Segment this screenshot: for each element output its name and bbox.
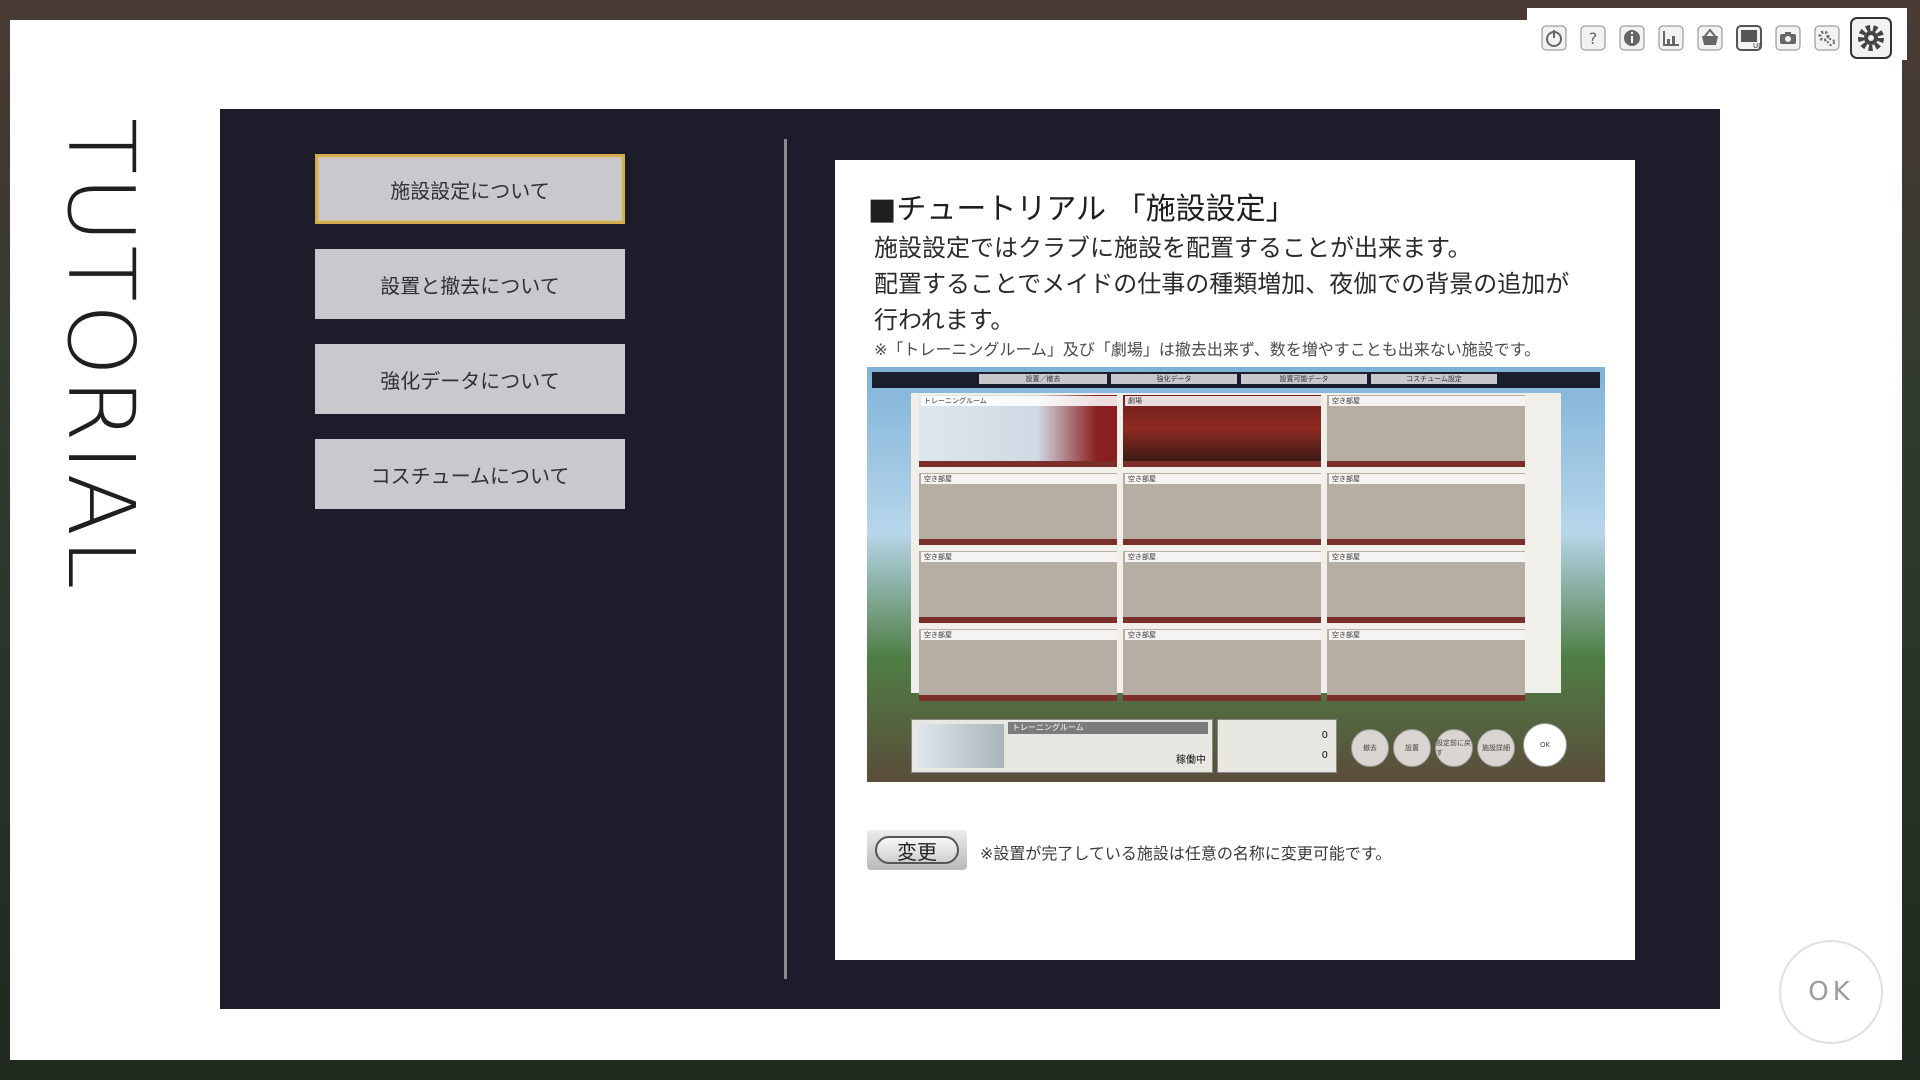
topic-facility-settings[interactable]: 施設設定について xyxy=(315,154,625,224)
content-title: ■チュートリアル 「施設設定」 xyxy=(868,192,1296,227)
body-line: 配置することでメイドの仕事の種類増加、夜伽での背景の追加が xyxy=(874,270,1570,298)
top-right-toolbar: ? UI xyxy=(1527,8,1907,60)
help-icon[interactable]: ? xyxy=(1578,23,1608,53)
chart-icon[interactable] xyxy=(1656,23,1686,53)
room-tile: 空き部屋 xyxy=(1327,629,1525,701)
topic-enhancement-data[interactable]: 強化データについて xyxy=(315,344,625,414)
room-tile: トレーニングルーム xyxy=(919,395,1117,467)
room-label: 空き部屋 xyxy=(1125,474,1321,484)
screenshot-building: トレーニングルーム 劇場 空き部屋 空き部屋 空き部屋 空き部屋 空き部屋 空き… xyxy=(911,393,1561,701)
tutorial-dark-panel: 施設設定について 設置と撤去について 強化データについて コスチュームについて … xyxy=(220,109,1720,1009)
room-tile: 空き部屋 xyxy=(1327,395,1525,467)
screenshot-remove-button: 撤去 xyxy=(1351,729,1389,767)
room-label: 空き部屋 xyxy=(1125,630,1321,640)
room-tile: 空き部屋 xyxy=(919,629,1117,701)
screenshot-info-box: トレーニングルーム 稼働中 xyxy=(911,719,1213,773)
room-label: 空き部屋 xyxy=(1329,630,1525,640)
topic-install-remove[interactable]: 設置と撤去について xyxy=(315,249,625,319)
tutorial-title: TUTORIAL xyxy=(47,118,154,592)
screenshot-tab: 設置可能データ xyxy=(1241,374,1367,384)
screenshot-footer: トレーニングルーム 稼働中 0 0 撤去 設置 設定前に戻す 施設詳細 OK xyxy=(911,719,1571,773)
ok-button[interactable]: OK xyxy=(1779,940,1883,1044)
screenshot-tab: 強化データ xyxy=(1111,374,1237,384)
room-tile: 空き部屋 xyxy=(919,551,1117,623)
info-icon[interactable] xyxy=(1617,23,1647,53)
content-body: 施設設定ではクラブに施設を配置することが出来ます。 配置することでメイドの仕事の… xyxy=(874,230,1604,338)
cost-value: 0 xyxy=(1321,730,1328,741)
change-button-sample: 変更 xyxy=(867,830,967,870)
ui-toggle-icon[interactable]: UI xyxy=(1734,23,1764,53)
cost-value: 0 xyxy=(1321,750,1328,761)
screenshot-ok-button: OK xyxy=(1523,723,1567,767)
screenshot-cost-box: 0 0 xyxy=(1217,719,1337,773)
body-line: 行われます。 xyxy=(874,306,1015,334)
room-label: トレーニングルーム xyxy=(921,396,1117,406)
camera-icon[interactable] xyxy=(1773,23,1803,53)
room-label: 空き部屋 xyxy=(921,474,1117,484)
change-note: ※設置が完了している施設は任意の名称に変更可能です。 xyxy=(980,844,1392,863)
screenshot-revert-button: 設定前に戻す xyxy=(1435,729,1473,767)
room-tile: 空き部屋 xyxy=(1123,629,1321,701)
room-tile: 空き部屋 xyxy=(1123,551,1321,623)
room-tile: 空き部屋 xyxy=(1327,473,1525,545)
room-label: 空き部屋 xyxy=(1329,474,1525,484)
room-label: 空き部屋 xyxy=(921,630,1117,640)
content-note: ※「トレーニングルーム」及び「劇場」は撤去出来ず、数を増やすことも出来ない施設で… xyxy=(874,340,1541,359)
settings-small-icon[interactable] xyxy=(1812,23,1842,53)
room-tile: 空き部屋 xyxy=(1123,473,1321,545)
change-button-label: 変更 xyxy=(875,836,959,864)
gear-icon[interactable] xyxy=(1849,16,1893,60)
vertical-divider xyxy=(784,139,787,979)
tutorial-panel: TUTORIAL 施設設定について 設置と撤去について 強化データについて コス… xyxy=(10,20,1902,1060)
topic-costume[interactable]: コスチュームについて xyxy=(315,439,625,509)
power-icon[interactable] xyxy=(1539,23,1569,53)
room-thumbnail xyxy=(916,724,1004,768)
info-title: トレーニングルーム xyxy=(1008,722,1208,734)
svg-text:?: ? xyxy=(1589,29,1598,48)
room-label: 劇場 xyxy=(1125,396,1321,406)
screenshot-detail-button: 施設詳細 xyxy=(1477,729,1515,767)
room-label: 空き部屋 xyxy=(1329,396,1525,406)
screenshot-install-button: 設置 xyxy=(1393,729,1431,767)
info-status: 稼働中 xyxy=(1176,755,1206,766)
room-label: 空き部屋 xyxy=(1329,552,1525,562)
screenshot-tab: コスチューム設定 xyxy=(1371,374,1497,384)
room-tile: 空き部屋 xyxy=(1327,551,1525,623)
tutorial-content-card: ■チュートリアル 「施設設定」 施設設定ではクラブに施設を配置することが出来ます… xyxy=(835,160,1635,960)
body-line: 施設設定ではクラブに施設を配置することが出来ます。 xyxy=(874,234,1472,262)
facility-screenshot: 設置／撤去 強化データ 設置可能データ コスチューム設定 トレーニングルーム 劇… xyxy=(867,367,1605,782)
room-label: 空き部屋 xyxy=(1125,552,1321,562)
basket-icon[interactable] xyxy=(1695,23,1725,53)
screenshot-tab: 設置／撤去 xyxy=(979,374,1107,384)
room-label: 空き部屋 xyxy=(921,552,1117,562)
room-tile: 劇場 xyxy=(1123,395,1321,467)
room-tile: 空き部屋 xyxy=(919,473,1117,545)
svg-text:UI: UI xyxy=(1753,42,1760,50)
